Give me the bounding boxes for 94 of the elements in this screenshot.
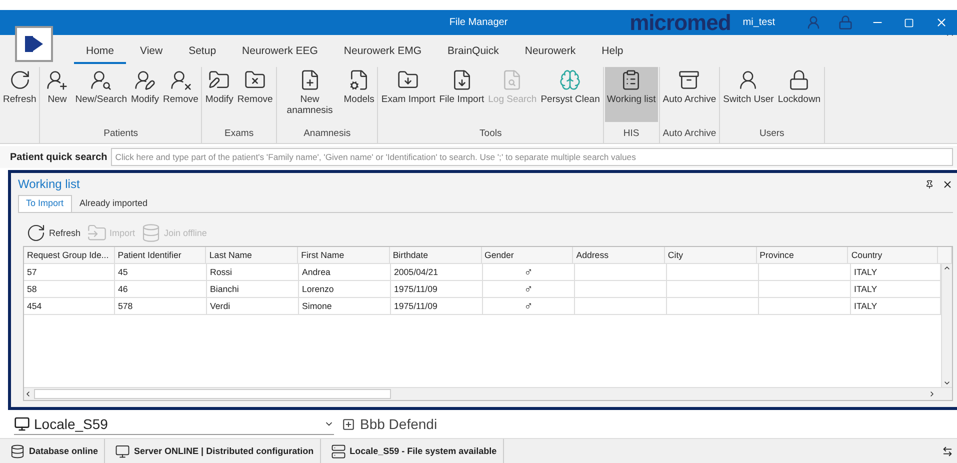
brain-icon (559, 69, 582, 91)
scroll-up-icon[interactable] (943, 264, 951, 272)
table-cell: 46 (115, 281, 207, 297)
archive-icon (678, 69, 700, 91)
table-cell: 58 (24, 281, 115, 297)
scroll-right-icon[interactable] (928, 390, 936, 398)
ribbon-tab[interactable]: Setup (176, 45, 228, 64)
table-cell: Andrea (299, 264, 391, 280)
monitor-icon (115, 444, 130, 458)
group-label: Patients (102, 128, 139, 141)
user-remove-icon (170, 69, 192, 91)
ribbon-button[interactable]: Working list (604, 67, 658, 122)
user-name: mi_test (742, 17, 775, 28)
ribbon-button[interactable]: Refresh (1, 67, 38, 122)
group-label: HIS (622, 128, 640, 141)
ribbon-tab[interactable]: BrainQuick (436, 45, 511, 64)
user-add-icon (46, 69, 68, 91)
table-cell: 454 (24, 298, 115, 314)
node-label: Bbb Defendi (360, 416, 438, 432)
ribbon-button[interactable]: Switch User (721, 67, 776, 122)
scroll-left-icon[interactable] (24, 390, 32, 398)
status-text: Locale_S59 - File system available (350, 446, 497, 456)
close-icon[interactable] (942, 178, 953, 190)
database-icon (141, 223, 162, 243)
horizontal-scrollbar[interactable] (24, 387, 952, 400)
table-cell: Simone (299, 298, 391, 314)
table-cell: 57 (24, 264, 115, 280)
ribbon-button[interactable]: Remove (161, 67, 200, 122)
column-header[interactable]: Request Group Ide... (24, 247, 115, 263)
search-label: Patient quick search (10, 152, 108, 162)
ribbon-button[interactable]: New/Search (73, 67, 130, 122)
database-icon (10, 444, 25, 458)
expand-icon[interactable] (342, 418, 355, 430)
swap-icon[interactable] (942, 446, 953, 456)
column-header[interactable]: Country (848, 247, 938, 263)
window-title: File Manager (449, 17, 508, 28)
ribbon-button[interactable]: File Import (437, 67, 486, 122)
ribbon-button[interactable]: Persyst Clean (538, 67, 602, 122)
column-header[interactable]: Gender (482, 247, 574, 263)
status-text: Database online (29, 446, 98, 456)
column-header[interactable]: Address (573, 247, 665, 263)
monitor-icon (14, 416, 30, 432)
ribbon-button[interactable]: Auto Archive (660, 67, 718, 122)
panel-tab[interactable]: Already imported (72, 195, 156, 212)
table-cell: 578 (115, 298, 207, 314)
maximize-icon[interactable] (904, 18, 914, 28)
ribbon-button[interactable]: Remove (235, 67, 275, 122)
status-text: Server ONLINE | Distributed configuration (134, 446, 314, 456)
group-label: Exams (224, 128, 255, 141)
refresh-icon (8, 69, 31, 91)
table-cell: 2005/04/21 (391, 264, 483, 280)
column-header[interactable]: Birthdate (390, 247, 482, 263)
group-label: Tools (478, 128, 503, 141)
column-header[interactable]: Last Name (206, 247, 298, 263)
ribbon-tab[interactable]: Home (74, 45, 126, 64)
ribbon-tab[interactable]: View (128, 45, 175, 64)
vertical-scrollbar[interactable] (941, 264, 952, 387)
search-field[interactable]: Click here and type part of the patient's 'Family name', 'Given name' or 'Identification' to search. Use ';' to separate multiple search values (111, 148, 953, 166)
ribbon-button[interactable]: New (41, 67, 74, 122)
station-dropdown[interactable]: Locale_S59 (14, 414, 334, 434)
pin-icon[interactable] (925, 180, 934, 188)
ribbon-tab[interactable]: Neurowerk (512, 45, 588, 64)
folder-download-icon (397, 69, 420, 91)
ribbon-button[interactable]: New anamnesis (278, 67, 342, 122)
ribbon-button[interactable]: Exam Import (379, 67, 438, 122)
group-label: Auto Archive (662, 128, 718, 141)
ribbon-tab[interactable]: Neurowerk EEG (230, 45, 330, 64)
ribbon-button[interactable]: Modify (203, 67, 236, 122)
column-header[interactable]: Province (756, 247, 848, 263)
brand-logo: micromed (630, 10, 731, 36)
lock-icon (788, 69, 810, 91)
column-header[interactable]: Patient Identifier (114, 247, 206, 263)
folder-remove-icon (244, 69, 266, 91)
table-cell: Verdi (207, 298, 299, 314)
toolbar-button[interactable]: Refresh (26, 223, 81, 243)
user-edit-icon (134, 69, 156, 91)
group-label: Anamnesis (302, 128, 352, 141)
folder-edit-icon (208, 69, 230, 91)
scroll-down-icon[interactable] (943, 379, 951, 387)
ribbon-tab[interactable]: Neurowerk EMG (332, 45, 434, 64)
group-label: Users (758, 128, 786, 141)
table-cell: 45 (115, 264, 207, 280)
ribbon-button[interactable]: Lockdown (776, 67, 823, 122)
panel-title: Working list (18, 177, 81, 191)
app-logo (15, 26, 53, 62)
ribbon-tab[interactable]: Help (590, 45, 636, 64)
ribbon-button[interactable]: Modify (129, 67, 162, 122)
column-header[interactable]: First Name (298, 247, 390, 263)
ribbon-button[interactable]: Models (342, 67, 376, 122)
column-header[interactable]: City (664, 247, 757, 263)
folder-import-icon (86, 223, 107, 243)
user-search-icon (90, 69, 112, 91)
refresh-icon (26, 223, 46, 243)
panel-tab[interactable]: To Import (18, 195, 72, 212)
